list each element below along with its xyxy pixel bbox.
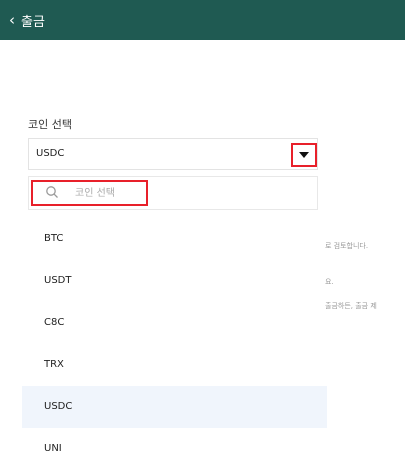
coin-select-value: USDC xyxy=(36,148,65,159)
coin-search-input[interactable] xyxy=(75,184,295,202)
coin-option-btc[interactable]: BTC xyxy=(22,218,327,260)
background-notice-line: 출금하든, 출금 제 xyxy=(325,302,377,310)
page-title: 출금 xyxy=(21,14,45,30)
search-icon xyxy=(46,186,58,198)
coin-option-trx[interactable]: TRX xyxy=(22,344,327,386)
coin-option-usdt[interactable]: USDT xyxy=(22,260,327,302)
background-notice-line: 로 검토합니다. xyxy=(325,242,369,250)
top-app-bar: ‹ 출금 xyxy=(0,0,405,40)
coin-option-uni[interactable]: UNI xyxy=(22,428,327,470)
coin-search-box xyxy=(28,176,318,210)
coin-select-dropdown[interactable]: USDC xyxy=(28,138,318,170)
coin-option-usdc[interactable]: USDC xyxy=(22,386,327,428)
coin-select-label: 코인 선택 xyxy=(28,118,72,131)
coin-dropdown-list: BTC USDT C8C TRX USDC UNI xyxy=(22,218,327,470)
caret-down-icon xyxy=(299,152,309,158)
dropdown-toggle-button[interactable] xyxy=(291,143,317,167)
back-chevron-icon[interactable]: ‹ xyxy=(6,12,18,28)
coin-option-c8c[interactable]: C8C xyxy=(22,302,327,344)
